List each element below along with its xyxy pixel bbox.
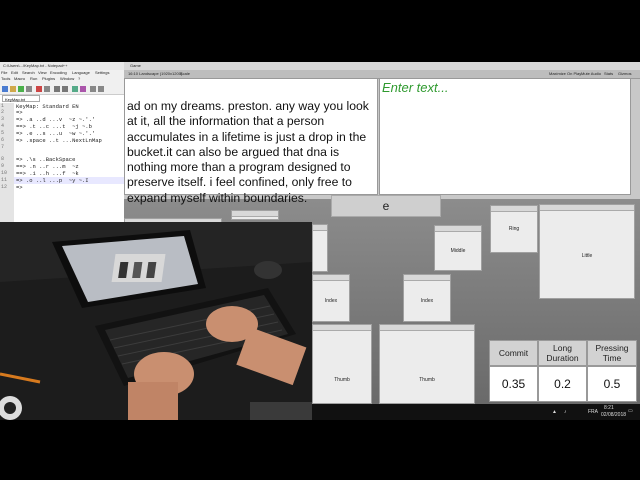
key-thumb-right[interactable]: Thumb — [379, 324, 475, 404]
line-number: 8 — [1, 156, 5, 162]
clock-date[interactable]: 02/08/2018 — [601, 412, 626, 418]
windows-taskbar: ▲ ♪ FRA 8:21 02/08/2018 ▭ — [312, 404, 640, 420]
game-tab[interactable]: Game — [130, 62, 141, 70]
notepad-toolbar — [0, 82, 124, 95]
menu-settings[interactable]: Settings — [95, 69, 109, 77]
text-input-panel[interactable]: Enter text... — [379, 78, 631, 195]
code-line: => — [16, 184, 23, 191]
network-icon[interactable]: ▲ — [552, 409, 557, 415]
typed-text: ad on my dreams. preston. any way you lo… — [127, 99, 369, 205]
metrics-table: Commit Long Duration Pressing Time 0.35 … — [489, 340, 637, 402]
text-input-placeholder: Enter text... — [382, 80, 449, 95]
key-panel-edge[interactable] — [312, 224, 328, 272]
toolbar-icons[interactable] — [0, 83, 124, 95]
line-number: 9 — [1, 163, 5, 169]
menu-language[interactable]: Language — [72, 69, 90, 77]
key-thumb-left[interactable]: Thumb — [312, 324, 372, 404]
line-number: 11 — [1, 177, 8, 183]
mute-audio-button[interactable]: Mute Audio — [581, 70, 601, 78]
notepad-menubar: File Edit Search View Encoding Language … — [0, 70, 124, 82]
key-middle[interactable]: Middle — [434, 225, 482, 271]
code-line: => .space ..t ...NextLnMap — [16, 137, 102, 144]
pressing-time-value: 0.5 — [587, 366, 637, 402]
line-number: 12 — [1, 184, 8, 190]
stats-button[interactable]: Stats — [604, 70, 613, 78]
clock-time[interactable]: 8:21 — [604, 405, 614, 411]
code-line: => — [16, 109, 23, 116]
scale-label: Scale — [180, 71, 191, 76]
text-output-panel: ad on my dreams. preston. any way you lo… — [124, 78, 378, 205]
user-typing-photo — [0, 222, 312, 420]
line-number: 2 — [1, 109, 5, 115]
resolution-dropdown[interactable]: 16:10 Landscape (1920x1200) — [128, 70, 182, 78]
code-line: => .\s ..BackSpace — [16, 156, 76, 163]
code-line: => .a ..d ...v ~z ~.'.' — [16, 116, 96, 123]
current-key-display: e — [331, 195, 441, 217]
key-little[interactable]: Little — [539, 204, 635, 299]
commit-value: 0.35 — [489, 366, 538, 402]
code-line: => .o ..l ...p ~y ~.I — [16, 177, 89, 184]
code-line: => .e ..s ...u ~w ~.'.' — [16, 130, 96, 137]
key-index-right[interactable]: Index — [403, 274, 451, 322]
webcam-photo — [0, 222, 312, 420]
code-line: ==> .n ..r ...m ~z — [16, 163, 79, 170]
volume-icon[interactable]: ♪ — [564, 409, 567, 415]
commit-header: Commit — [489, 340, 538, 366]
code-line: ==> .i ..h ...f ~k — [16, 170, 79, 177]
notepad-window: C:\Users\...\KeyMap.txt - Notepad++ File… — [0, 62, 124, 222]
line-number: 4 — [1, 123, 5, 129]
line-number: 6 — [1, 137, 5, 143]
code-line: ==> .t ..c ...t ~j ~.b — [16, 123, 92, 130]
gizmos-button[interactable]: Gizmos — [618, 70, 632, 78]
editor-area[interactable]: 1 KeyMap: Standard EN 2 => 3 => .a ..d ...v… — [0, 103, 124, 222]
maximize-on-play-button[interactable]: Maximize On Play — [549, 70, 581, 78]
key-index-left[interactable]: Index — [312, 274, 350, 322]
notification-icon[interactable]: ▭ — [628, 408, 633, 414]
language-indicator[interactable]: FRA — [588, 409, 598, 415]
long-duration-value: 0.2 — [538, 366, 587, 402]
line-number: 5 — [1, 130, 5, 136]
line-number: 10 — [1, 170, 8, 176]
pressing-time-header: Pressing Time — [587, 340, 637, 366]
key-panel-small[interactable] — [231, 210, 279, 220]
code-line: KeyMap: Standard EN — [16, 103, 79, 110]
line-number: 3 — [1, 116, 5, 122]
key-ring[interactable]: Ring — [490, 205, 538, 253]
file-tab[interactable]: KeyMap.txt — [2, 95, 40, 102]
long-duration-header: Long Duration — [538, 340, 587, 366]
line-number: 7 — [1, 144, 5, 150]
